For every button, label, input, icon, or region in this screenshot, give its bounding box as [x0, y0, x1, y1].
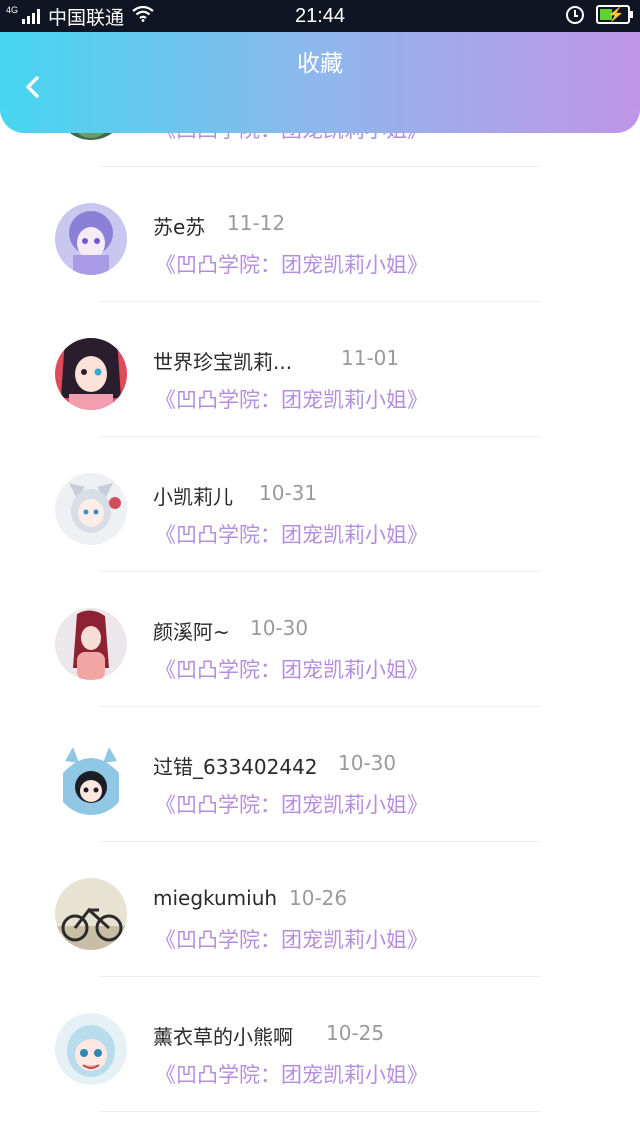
- favorite-title: 《凹凸学院：团宠凯莉小姐》: [155, 793, 428, 817]
- favorite-title: 《凹凸学院：团宠凯莉小姐》: [155, 658, 428, 682]
- favorite-date: 10-30: [338, 751, 397, 775]
- favorite-title: 《凹凸学院：团宠凯莉小姐》: [155, 133, 428, 144]
- favorite-date: 10-26: [289, 886, 348, 910]
- favorites-list: 《凹凸学院：团宠凯莉小姐》 苏e苏 11-12 《凹凸学院：团宠凯莉小姐》: [0, 133, 640, 1112]
- favorite-item[interactable]: 颜溪阿~ 10-30 《凹凸学院：团宠凯莉小姐》: [0, 572, 640, 707]
- user-name: 颜溪阿~: [153, 620, 230, 644]
- favorite-item[interactable]: 薰衣草的小熊啊 10-25 《凹凸学院：团宠凯莉小姐》: [0, 977, 640, 1112]
- user-name: 世界珍宝凯莉...: [153, 350, 293, 374]
- avatar[interactable]: [55, 338, 127, 410]
- avatar[interactable]: [55, 608, 127, 680]
- favorite-title: 《凹凸学院：团宠凯莉小姐》: [155, 523, 428, 547]
- favorite-item[interactable]: 世界珍宝凯莉... 11-01 《凹凸学院：团宠凯莉小姐》: [0, 302, 640, 437]
- favorite-item[interactable]: miegkumiuh 10-26 《凹凸学院：团宠凯莉小姐》: [0, 842, 640, 977]
- favorite-item[interactable]: 过错_633402442 10-30 《凹凸学院：团宠凯莉小姐》: [0, 707, 640, 842]
- favorite-item[interactable]: 苏e苏 11-12 《凹凸学院：团宠凯莉小姐》: [0, 167, 640, 302]
- favorite-title: 《凹凸学院：团宠凯莉小姐》: [155, 388, 428, 412]
- avatar[interactable]: [55, 133, 127, 140]
- user-name: 苏e苏: [153, 215, 206, 239]
- favorite-date: 11-12: [227, 211, 286, 235]
- divider: [100, 1111, 540, 1112]
- avatar[interactable]: [55, 473, 127, 545]
- header-bar: 收藏: [0, 32, 640, 133]
- page-title: 收藏: [297, 51, 343, 77]
- favorite-item[interactable]: 《凹凸学院：团宠凯莉小姐》: [0, 133, 640, 167]
- favorites-list-viewport[interactable]: 《凹凸学院：团宠凯莉小姐》 苏e苏 11-12 《凹凸学院：团宠凯莉小姐》: [0, 133, 640, 1138]
- favorite-date: 10-31: [259, 481, 318, 505]
- favorite-date: 10-25: [326, 1021, 385, 1045]
- user-name: 过错_633402442: [153, 755, 318, 779]
- user-name: miegkumiuh: [153, 886, 278, 910]
- avatar[interactable]: [55, 743, 127, 815]
- favorite-date: 11-01: [341, 346, 400, 370]
- favorite-date: 10-30: [250, 616, 309, 640]
- avatar[interactable]: [55, 203, 127, 275]
- avatar[interactable]: [55, 878, 127, 950]
- favorite-item[interactable]: 小凯莉儿 10-31 《凹凸学院：团宠凯莉小姐》: [0, 437, 640, 572]
- avatar[interactable]: [55, 1013, 127, 1085]
- favorite-title: 《凹凸学院：团宠凯莉小姐》: [155, 928, 428, 952]
- user-name: 小凯莉儿: [153, 485, 233, 509]
- favorite-title: 《凹凸学院：团宠凯莉小姐》: [155, 1063, 428, 1087]
- user-name: 薰衣草的小熊啊: [153, 1025, 293, 1049]
- favorite-title: 《凹凸学院：团宠凯莉小姐》: [155, 253, 428, 277]
